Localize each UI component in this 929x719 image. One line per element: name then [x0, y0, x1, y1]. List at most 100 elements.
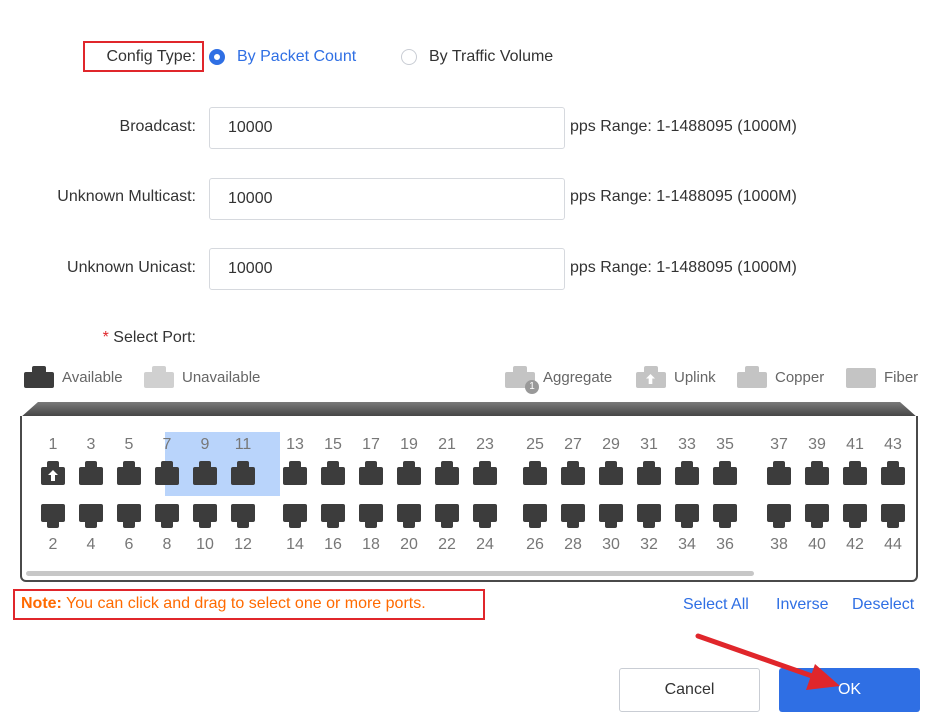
radio-by-packet-count[interactable]: By Packet Count — [209, 48, 356, 66]
port-number: 27 — [564, 436, 582, 453]
port-number: 32 — [640, 536, 658, 553]
select-port-label: * Select Port: — [10, 329, 196, 347]
select-all-link[interactable]: Select All — [683, 596, 749, 614]
port-number: 43 — [884, 436, 902, 453]
port-11-selected[interactable] — [231, 461, 255, 485]
port-22[interactable] — [435, 504, 459, 528]
ok-button[interactable]: OK — [779, 668, 920, 712]
radio-unchecked-icon — [401, 49, 417, 65]
port-3[interactable] — [79, 461, 103, 485]
port-4[interactable] — [79, 504, 103, 528]
port-number: 29 — [602, 436, 620, 453]
port-41[interactable] — [843, 461, 867, 485]
legend-uplink: Uplink — [636, 366, 716, 388]
legend-label: Available — [62, 368, 123, 386]
port-number: 28 — [564, 536, 582, 553]
port-40[interactable] — [805, 504, 829, 528]
port-13[interactable] — [283, 461, 307, 485]
switch-port-panel[interactable]: 1 3 5 7 9 11 13 15 17 19 21 23 25 27 29 31 33 35 37 39 41 43 2… — [20, 416, 918, 582]
legend-label: Unavailable — [182, 368, 261, 386]
port-number: 30 — [602, 536, 620, 553]
uplink-port-icon — [636, 366, 666, 388]
port-23[interactable] — [473, 461, 497, 485]
unknown-multicast-input[interactable] — [209, 178, 565, 220]
port-number: 40 — [808, 536, 826, 553]
port-42[interactable] — [843, 504, 867, 528]
port-12[interactable] — [231, 504, 255, 528]
port-17[interactable] — [359, 461, 383, 485]
panel-scrollbar[interactable] — [26, 571, 754, 576]
port-39[interactable] — [805, 461, 829, 485]
available-port-icon — [24, 366, 54, 388]
port-number: 22 — [438, 536, 456, 553]
port-21[interactable] — [435, 461, 459, 485]
port-6[interactable] — [117, 504, 141, 528]
port-5[interactable] — [117, 461, 141, 485]
port-number: 36 — [716, 536, 734, 553]
port-33[interactable] — [675, 461, 699, 485]
port-number: 35 — [716, 436, 734, 453]
port-35[interactable] — [713, 461, 737, 485]
port-20[interactable] — [397, 504, 421, 528]
deselect-link[interactable]: Deselect — [852, 596, 914, 614]
port-number: 20 — [400, 536, 418, 553]
cancel-button[interactable]: Cancel — [619, 668, 760, 712]
port-number: 39 — [808, 436, 826, 453]
port-number: 14 — [286, 536, 304, 553]
legend-unavailable: Unavailable — [144, 366, 260, 388]
port-44[interactable] — [881, 504, 905, 528]
port-18[interactable] — [359, 504, 383, 528]
unknown-unicast-input[interactable] — [209, 248, 565, 290]
port-29[interactable] — [599, 461, 623, 485]
fiber-port-icon — [846, 366, 876, 388]
broadcast-label: Broadcast: — [119, 118, 196, 135]
port-24[interactable] — [473, 504, 497, 528]
port-2[interactable] — [41, 504, 65, 528]
note-prefix: Note: — [21, 595, 62, 612]
port-selection-highlight — [165, 432, 280, 496]
port-25[interactable] — [523, 461, 547, 485]
port-37[interactable] — [767, 461, 791, 485]
note-text: You can click and drag to select one or … — [61, 595, 426, 612]
port-number: 9 — [200, 436, 210, 453]
port-14[interactable] — [283, 504, 307, 528]
port-16[interactable] — [321, 504, 345, 528]
copper-port-icon — [737, 366, 767, 388]
port-30[interactable] — [599, 504, 623, 528]
port-number: 42 — [846, 536, 864, 553]
port-38[interactable] — [767, 504, 791, 528]
port-19[interactable] — [397, 461, 421, 485]
unknown-unicast-range-hint: pps Range: 1-1488095 (1000M) — [570, 259, 797, 276]
port-number: 26 — [526, 536, 544, 553]
port-31[interactable] — [637, 461, 661, 485]
port-number: 41 — [846, 436, 864, 453]
port-7-selected[interactable] — [155, 461, 179, 485]
port-8[interactable] — [155, 504, 179, 528]
port-number: 31 — [640, 436, 658, 453]
port-number: 11 — [234, 436, 252, 453]
port-34[interactable] — [675, 504, 699, 528]
inverse-link[interactable]: Inverse — [776, 596, 828, 614]
port-36[interactable] — [713, 504, 737, 528]
port-9-selected[interactable] — [193, 461, 217, 485]
port-number: 19 — [400, 436, 418, 453]
port-number: 4 — [86, 536, 96, 553]
port-32[interactable] — [637, 504, 661, 528]
port-28[interactable] — [561, 504, 585, 528]
port-26[interactable] — [523, 504, 547, 528]
port-43[interactable] — [881, 461, 905, 485]
legend-aggregate: 1 Aggregate — [505, 366, 612, 394]
radio-label: By Packet Count — [237, 48, 357, 65]
port-1[interactable] — [41, 461, 65, 485]
port-number: 33 — [678, 436, 696, 453]
radio-label: By Traffic Volume — [429, 48, 554, 65]
port-27[interactable] — [561, 461, 585, 485]
legend-label: Uplink — [674, 368, 716, 386]
unknown-multicast-label: Unknown Multicast: — [57, 188, 196, 205]
port-10[interactable] — [193, 504, 217, 528]
legend-fiber: Fiber — [846, 366, 918, 388]
port-number: 2 — [48, 536, 58, 553]
broadcast-input[interactable] — [209, 107, 565, 149]
port-15[interactable] — [321, 461, 345, 485]
radio-by-traffic-volume[interactable]: By Traffic Volume — [401, 48, 553, 66]
